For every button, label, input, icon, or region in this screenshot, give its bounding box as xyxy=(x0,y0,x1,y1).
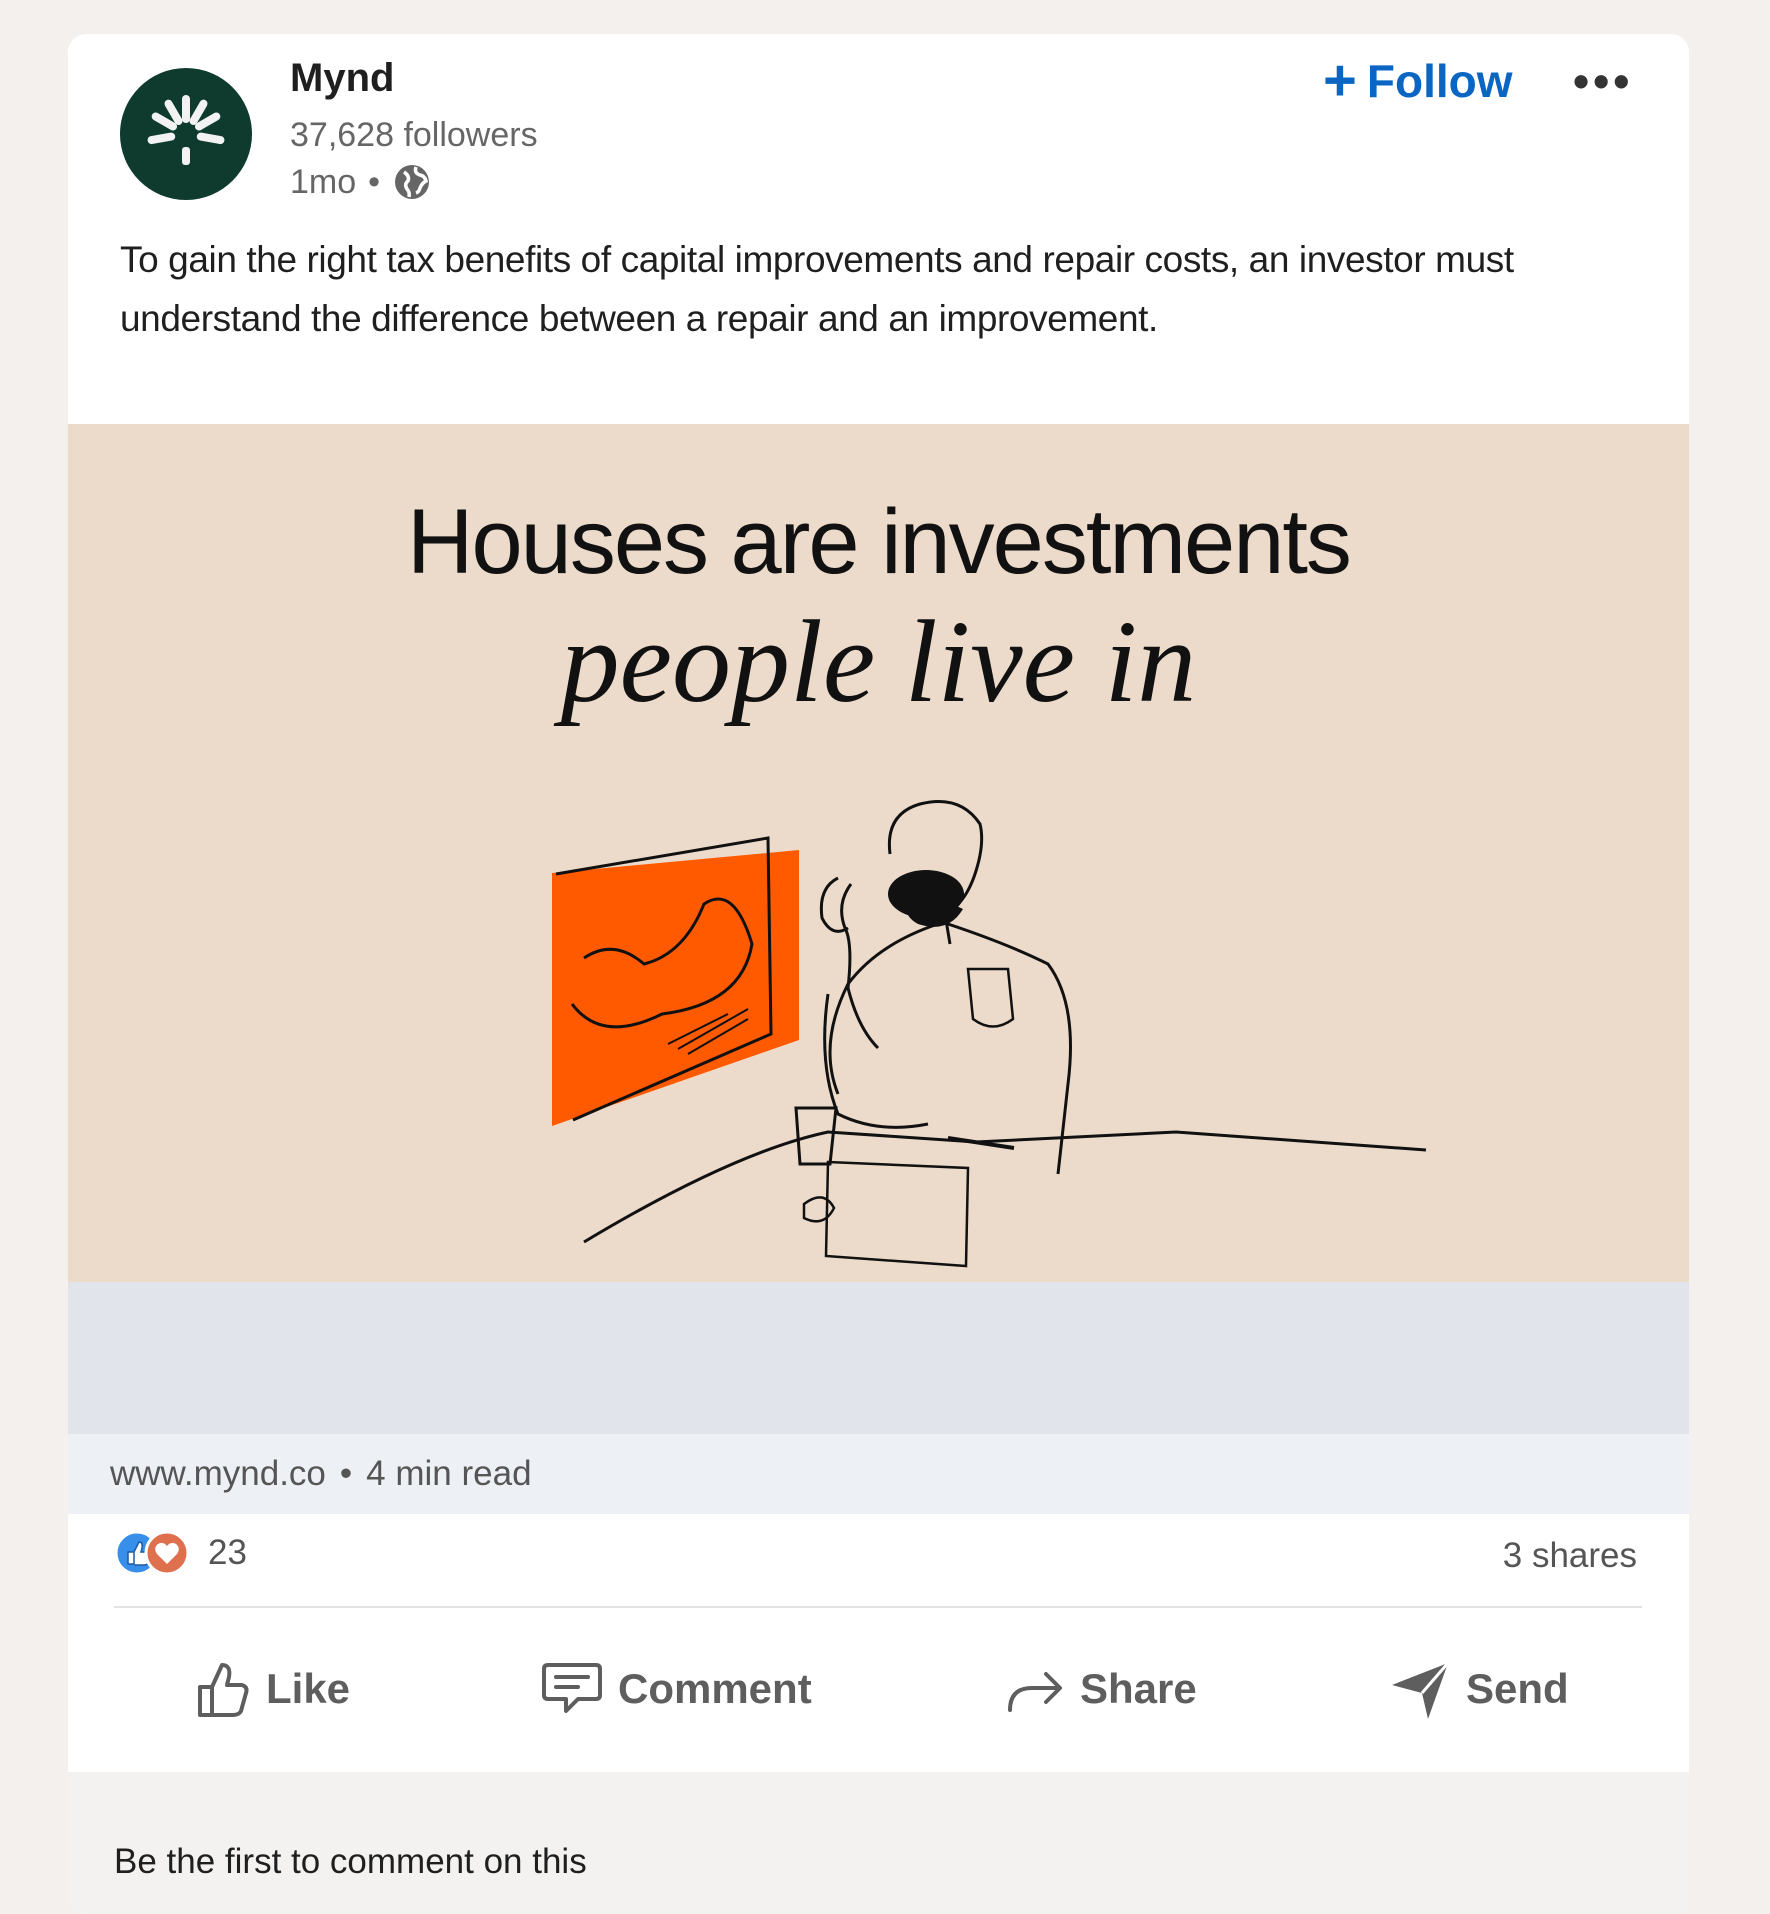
first-comment-prompt: Be the first to comment on this xyxy=(114,1842,587,1881)
reaction-count: 23 xyxy=(208,1533,247,1572)
send-icon xyxy=(1392,1662,1450,1719)
mynd-logo-icon xyxy=(147,95,225,165)
like-button[interactable]: Like xyxy=(192,1646,350,1732)
divider xyxy=(114,1606,1642,1608)
globe-icon xyxy=(395,165,430,199)
like-label: Like xyxy=(266,1665,351,1712)
send-label: Send xyxy=(1466,1665,1569,1712)
article-image[interactable]: Houses are investments people live in xyxy=(68,424,1689,1282)
follow-label: Follow xyxy=(1366,55,1513,107)
post-text: To gain the right tax benefits of capita… xyxy=(120,239,1514,339)
post-meta: 1mo • xyxy=(290,162,432,202)
send-button[interactable]: Send xyxy=(1388,1646,1569,1732)
comment-button[interactable]: Comment xyxy=(540,1646,812,1732)
post-age: 1mo xyxy=(290,162,357,201)
action-bar: Like Comment Share Send xyxy=(68,1646,1689,1732)
share-label: Share xyxy=(1080,1665,1197,1712)
follow-button[interactable]: + Follow xyxy=(1323,52,1513,110)
article-domain: www.mynd.co xyxy=(110,1454,326,1493)
meta-separator: • xyxy=(368,162,381,201)
article-link-bar[interactable]: www.mynd.co • 4 min read xyxy=(68,1434,1689,1514)
plus-icon: + xyxy=(1323,48,1357,113)
reaction-icons xyxy=(114,1530,194,1576)
company-logo[interactable] xyxy=(120,68,252,200)
share-count[interactable]: 3 shares xyxy=(1503,1536,1637,1576)
image-bottom-band xyxy=(68,1282,1689,1434)
post-card: Mynd 37,628 followers 1mo • + Follow •••… xyxy=(68,34,1689,1914)
more-icon[interactable]: ••• xyxy=(1573,54,1633,108)
link-separator: • xyxy=(339,1454,353,1493)
follower-count: 37,628 followers xyxy=(290,116,538,154)
company-name[interactable]: Mynd xyxy=(290,56,394,101)
share-button[interactable]: Share xyxy=(1004,1646,1197,1732)
comment-label: Comment xyxy=(618,1665,812,1712)
share-icon xyxy=(1008,1672,1062,1712)
comment-icon xyxy=(542,1663,602,1713)
man-at-window-illustration xyxy=(552,800,1427,1268)
read-time: 4 min read xyxy=(366,1454,532,1493)
reactions-summary[interactable]: 23 xyxy=(114,1530,247,1576)
love-reaction-icon xyxy=(144,1530,190,1576)
like-icon xyxy=(198,1663,249,1717)
